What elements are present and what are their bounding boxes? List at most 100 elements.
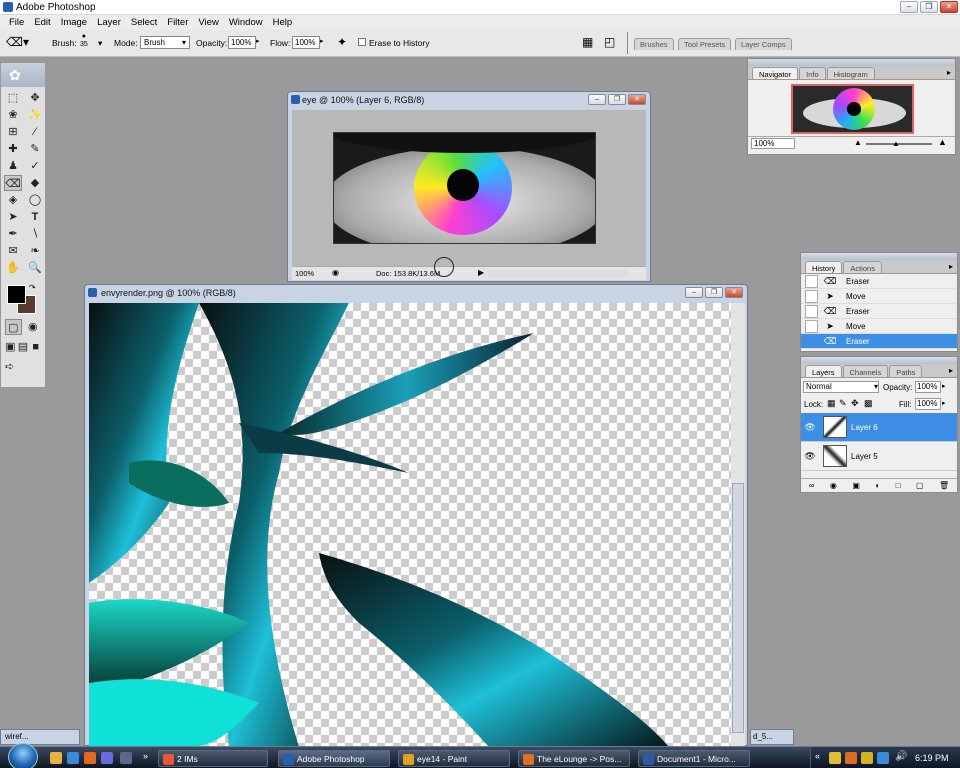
media-player-icon[interactable] (101, 752, 113, 764)
blur-tool-icon[interactable]: ◈ (4, 192, 22, 208)
zoom-out-icon[interactable]: ▲ (854, 138, 862, 147)
marquee-tool-icon[interactable]: ⬚ (4, 90, 22, 106)
history-item[interactable]: ➤ Move (801, 319, 957, 334)
palette-well-layer-comps[interactable]: Layer Comps (735, 38, 792, 50)
eraser-tool-icon[interactable]: ⌫ (4, 175, 22, 191)
mode-select[interactable]: Brush ▾ (140, 36, 190, 49)
dodge-tool-icon[interactable]: ◯ (26, 192, 44, 208)
taskbar-button-ims[interactable]: 2 IMs (158, 750, 268, 767)
show-desktop-icon[interactable] (50, 752, 62, 764)
tab-paths[interactable]: Paths (889, 365, 923, 377)
switch-windows-icon[interactable] (120, 752, 132, 764)
fill-arrow[interactable]: ▸ (942, 399, 946, 407)
menu-view[interactable]: View (193, 15, 223, 30)
navigator-panel-header[interactable] (748, 59, 955, 66)
notes-tool-icon[interactable]: ✉ (4, 243, 22, 259)
doc-minimize-button[interactable]: – (588, 94, 606, 105)
scrollbar-thumb[interactable] (732, 483, 744, 733)
tab-histogram[interactable]: Histogram (826, 67, 875, 79)
adjustment-layer-icon[interactable]: ◐ (875, 481, 880, 490)
tab-history[interactable]: History (805, 261, 843, 273)
opacity-slider-arrow[interactable]: ▸ (256, 37, 260, 45)
file-browser-icon[interactable]: ▦ (582, 35, 593, 49)
volume-icon[interactable]: 🔊 (895, 751, 907, 762)
palette-well-tool-presets[interactable]: Tool Presets (678, 38, 732, 50)
history-panel-header[interactable] (801, 253, 957, 260)
opacity-input[interactable]: 100% (228, 36, 256, 49)
doc-maximize-button[interactable]: ❐ (705, 287, 723, 298)
slice-tool-icon[interactable]: ∕ (26, 124, 44, 140)
healing-brush-icon[interactable]: ✚ (4, 141, 22, 157)
doc-close-button[interactable]: ✕ (628, 94, 646, 105)
start-button[interactable] (8, 743, 38, 768)
menu-help[interactable]: Help (268, 15, 298, 30)
layer-style-icon[interactable]: ◉ (830, 481, 837, 490)
history-source-checkbox[interactable] (805, 334, 818, 348)
layers-panel-header[interactable] (801, 357, 957, 364)
taskbar-button-firefox[interactable]: The eLounge -> Pos... (518, 750, 630, 767)
screen-mode-standard-icon[interactable]: ▣ (5, 339, 16, 355)
erase-to-history-checkbox[interactable] (358, 38, 366, 46)
history-item-selected[interactable]: ⌫ Eraser (801, 334, 957, 349)
new-layer-icon[interactable]: ▢ (916, 481, 924, 490)
tab-info[interactable]: Info (799, 67, 826, 79)
clock[interactable]: 6:19 PM (915, 753, 949, 763)
tray-icon[interactable] (829, 752, 841, 764)
toolbox-header[interactable]: ✿ (1, 63, 45, 87)
menu-filter[interactable]: Filter (162, 15, 193, 30)
firefox-icon[interactable] (84, 752, 96, 764)
pen-tool-icon[interactable]: ✒ (4, 226, 22, 242)
new-group-icon[interactable]: □ (896, 481, 901, 490)
paint-bucket-icon[interactable]: ◆ (26, 175, 44, 191)
type-tool-icon[interactable]: T (26, 209, 44, 225)
hand-tool-icon[interactable]: ✋ (4, 260, 22, 276)
lock-position-icon[interactable]: ✥ (851, 398, 859, 409)
lock-transparency-icon[interactable]: ▦ (827, 398, 836, 409)
menu-edit[interactable]: Edit (29, 15, 55, 30)
navigator-thumbnail[interactable] (791, 84, 914, 134)
menu-select[interactable]: Select (126, 15, 162, 30)
visibility-eye-icon[interactable]: 👁 (801, 422, 819, 433)
jump-to-imageready-icon[interactable]: ➪ (5, 361, 14, 373)
status-menu-arrow[interactable]: ▶ (478, 268, 484, 277)
clone-stamp-icon[interactable]: ♟ (4, 158, 22, 174)
eraser-preset-icon[interactable]: ⌫▾ (6, 35, 29, 49)
layers-opacity-arrow[interactable]: ▸ (942, 382, 946, 390)
navigator-menu-icon[interactable]: ▸ (947, 68, 951, 77)
close-button[interactable]: ✕ (940, 1, 958, 13)
palette-well-brushes[interactable]: Brushes (634, 38, 674, 50)
eye-canvas-area[interactable] (292, 110, 646, 267)
tray-network-icon[interactable] (877, 752, 889, 764)
foreground-color-swatch[interactable] (7, 285, 26, 304)
flow-input[interactable]: 100% (292, 36, 320, 49)
taskbar-button-paint[interactable]: eye14 - Paint (398, 750, 510, 767)
tray-expand-icon[interactable]: « (815, 751, 820, 761)
layer-row[interactable]: 👁 Layer 5 (801, 442, 957, 471)
line-tool-icon[interactable]: ∖ (26, 226, 44, 242)
envyrender-vertical-scrollbar[interactable] (731, 303, 745, 747)
eye-zoom-readout[interactable]: 100% (295, 269, 314, 278)
taskbar-button-photoshop[interactable]: Adobe Photoshop (278, 750, 390, 767)
history-source-checkbox[interactable] (805, 304, 818, 318)
crop-tool-icon[interactable]: ⊞ (4, 124, 22, 140)
quick-mask-icon[interactable]: ◉ (25, 319, 41, 335)
menu-file[interactable]: File (4, 15, 29, 30)
screen-mode-full-icon[interactable]: ■ (30, 339, 41, 355)
link-layers-icon[interactable]: ∞ (809, 481, 815, 490)
eyedropper-icon[interactable]: ❧ (26, 243, 44, 259)
swap-colors-icon[interactable]: ↷ (29, 283, 36, 292)
history-source-checkbox[interactable] (805, 274, 818, 288)
tab-navigator[interactable]: Navigator (752, 67, 799, 79)
history-source-checkbox[interactable] (805, 319, 818, 333)
taskbar-button-word[interactable]: Document1 - Micro... (638, 750, 750, 767)
magic-wand-icon[interactable]: ✨ (26, 107, 44, 123)
layer-row-selected[interactable]: 👁 Layer 6 (801, 413, 957, 442)
tray-messenger-icon[interactable] (861, 752, 873, 764)
tray-firefox-icon[interactable] (845, 752, 857, 764)
delete-layer-icon[interactable]: 🗑 (939, 481, 949, 490)
flow-slider-arrow[interactable]: ▸ (320, 37, 324, 45)
brush-tool-icon[interactable]: ✎ (26, 141, 44, 157)
palette-toggle-icon[interactable]: ◰ (604, 35, 615, 49)
brush-picker[interactable]: ● 35 (80, 33, 88, 49)
visibility-eye-icon[interactable]: 👁 (801, 451, 819, 462)
